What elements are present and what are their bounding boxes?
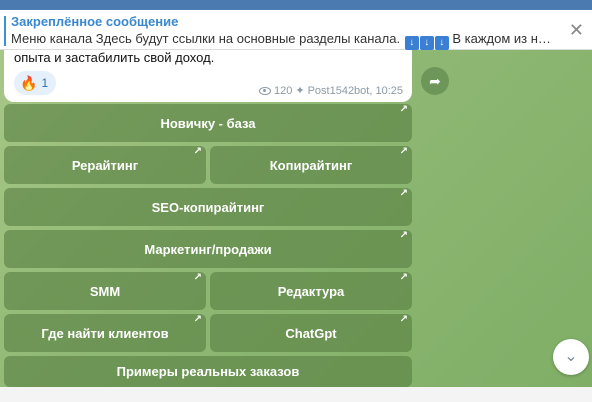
share-icon[interactable]: ➦	[421, 67, 449, 95]
fire-icon: 🔥	[20, 75, 38, 91]
bottom-input-bar	[0, 387, 592, 402]
keyboard-button-label: SEO-копирайтинг	[151, 199, 265, 215]
reaction-badge[interactable]: 🔥 1	[14, 71, 56, 95]
external-arrow-icon: ↗	[399, 146, 408, 157]
keyboard-button-smm[interactable]: SMM ↗	[4, 272, 206, 310]
keyboard-button-editing[interactable]: Редактура ↗	[210, 272, 412, 310]
external-arrow-icon: ↗	[193, 314, 202, 325]
reaction-count: 1	[41, 76, 49, 90]
down-arrow-emoji-icon: ↓	[419, 36, 434, 50]
view-count: 120	[274, 84, 293, 97]
keyboard-button-seo[interactable]: SEO-копирайтинг ↗	[4, 188, 412, 226]
pinned-message-bar[interactable]: Закреплённое сообщение Меню канала Здесь…	[0, 10, 592, 50]
keyboard-button-copywriting[interactable]: Копирайтинг ↗	[210, 146, 412, 184]
chevron-down-icon[interactable]: ⌄	[553, 339, 589, 375]
external-arrow-icon: ↗	[399, 104, 408, 115]
top-window-bar	[0, 0, 592, 10]
external-arrow-icon: ↗	[193, 272, 202, 283]
keyboard-button-novice[interactable]: Новичку - база ↗	[4, 104, 412, 142]
external-arrow-icon: ↗	[399, 230, 408, 241]
keyboard-button-rewriting[interactable]: Рерайтинг ↗	[4, 146, 206, 184]
close-icon[interactable]: ✕	[569, 21, 584, 39]
pinned-text-before: Меню канала Здесь будут ссылки на основн…	[11, 31, 404, 46]
channel-message: опыта и застабилить свой доход. 🔥 1 120 …	[4, 50, 412, 102]
keyboard-button-label: SMM	[89, 283, 121, 299]
eye-icon	[259, 86, 271, 95]
pinned-accent-bar	[4, 16, 6, 46]
keyboard-button-label: Рерайтинг	[71, 157, 139, 173]
keyboard-button-marketing[interactable]: Маркетинг/продажи ↗	[4, 230, 412, 268]
external-arrow-icon: ↗	[399, 272, 408, 283]
keyboard-button-label: Редактура	[277, 283, 345, 299]
down-arrow-emoji-icon: ↓	[434, 36, 449, 50]
pinned-preview: Меню канала Здесь будут ссылки на основн…	[9, 30, 558, 50]
external-arrow-icon: ↗	[193, 146, 202, 157]
external-arrow-icon: ↗	[399, 188, 408, 199]
message-text: опыта и застабилить свой доход.	[14, 50, 215, 65]
down-arrow-emoji-icon: ↓	[404, 36, 419, 50]
keyboard-button-label: Маркетинг/продажи	[144, 241, 272, 257]
keyboard-button-clients[interactable]: Где найти клиентов ↗	[4, 314, 206, 352]
pinned-title: Закреплённое сообщение	[11, 14, 179, 29]
keyboard-button-chatgpt[interactable]: ChatGpt ↗	[210, 314, 412, 352]
pinned-text-after: В каждом из них ест...	[452, 31, 558, 46]
keyboard-button-examples[interactable]: Примеры реальных заказов	[4, 356, 412, 387]
keyboard-button-label: ChatGpt	[285, 325, 337, 341]
pin-icon: ✦	[295, 85, 305, 97]
keyboard-button-label: Где найти клиентов	[41, 325, 169, 341]
keyboard-button-label: Копирайтинг	[269, 157, 353, 173]
keyboard-button-label: Новичку - база	[160, 115, 256, 131]
external-arrow-icon: ↗	[399, 314, 408, 325]
message-meta: 120 ✦ Post1542bot, 10:25	[259, 84, 403, 97]
keyboard-button-label: Примеры реальных заказов	[116, 364, 300, 379]
message-author-time: Post1542bot, 10:25	[307, 84, 403, 97]
